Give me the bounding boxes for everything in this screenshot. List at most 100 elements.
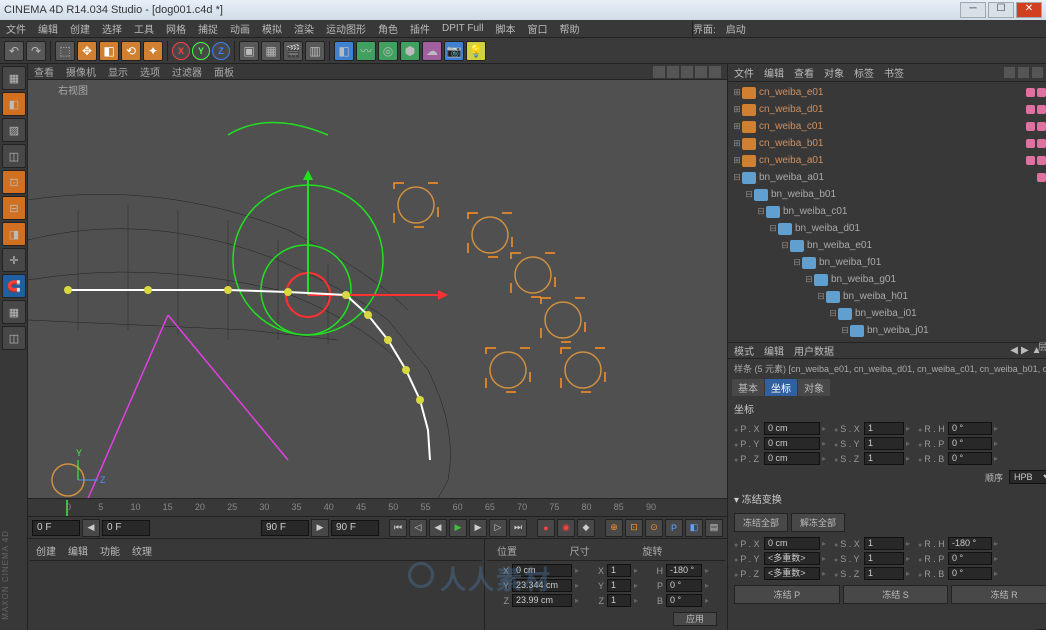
coord-cell[interactable]: 1 — [607, 594, 631, 607]
coord-cell[interactable]: ▸ — [705, 596, 717, 605]
total-frames-field[interactable] — [331, 520, 379, 536]
vp-icon-5[interactable] — [709, 66, 721, 78]
current-frame-field[interactable] — [102, 520, 150, 536]
object-row[interactable]: ⊟bn_weiba_a01✔ — [728, 169, 1046, 186]
tag-icon[interactable] — [1026, 139, 1035, 148]
object-row[interactable]: ⊞cn_weiba_e01✔ — [728, 84, 1046, 101]
coord-cell[interactable]: ▸ — [634, 596, 646, 605]
range-start-field[interactable] — [32, 520, 80, 536]
attr-cell[interactable]: ▸ — [906, 454, 916, 463]
axis-mode-button[interactable]: ✛ — [2, 248, 26, 272]
attr-cell[interactable]: ▸ — [822, 454, 832, 463]
vp-menu-item[interactable]: 查看 — [34, 64, 54, 79]
edge-mode-button[interactable]: ⊟ — [2, 196, 26, 220]
object-name[interactable]: bn_weiba_j01 — [867, 325, 1046, 336]
attr-cell[interactable]: ▸ — [994, 454, 1004, 463]
timeline-window-button[interactable]: ▤ — [705, 519, 723, 537]
coord-cell[interactable]: ▸ — [634, 581, 646, 590]
maximize-button[interactable]: ☐ — [988, 2, 1014, 18]
attr-cell[interactable]: ▸ — [822, 569, 832, 578]
object-row[interactable]: ⊞cn_weiba_d01✔ — [728, 101, 1046, 118]
attr-cell[interactable]: ▸ — [906, 569, 916, 578]
vp-menu-item[interactable]: 面板 — [214, 64, 234, 79]
menu-item[interactable]: 模拟 — [262, 21, 282, 36]
attr-cell[interactable]: ▸ — [994, 439, 1004, 448]
key-rot-button[interactable]: ⊙ — [645, 519, 663, 537]
object-row[interactable]: ⊟bn_weiba_h01 — [728, 288, 1046, 305]
attr-cell[interactable]: ▸ — [994, 554, 1004, 563]
side-tab-layer[interactable]: 层 — [1036, 64, 1046, 630]
attr-cell[interactable]: ▸ — [906, 439, 916, 448]
attr-back-icon[interactable]: ◀ — [1010, 345, 1018, 356]
expand-icon[interactable]: ⊟ — [792, 257, 802, 268]
menu-item[interactable]: 运动图形 — [326, 21, 366, 36]
om-tab[interactable]: 标签 — [854, 65, 874, 80]
attr-cell[interactable]: 1 — [864, 437, 904, 450]
attr-cell[interactable]: ▸ — [994, 569, 1004, 578]
attr-cell[interactable]: ▸ — [822, 424, 832, 433]
key-pos-button[interactable]: ⊕ — [605, 519, 623, 537]
attr-cell[interactable]: ▸ — [994, 539, 1004, 548]
render-region-button[interactable]: ▦ — [261, 41, 281, 61]
vp-menu-item[interactable]: 摄像机 — [66, 64, 96, 79]
menu-item[interactable]: 渲染 — [294, 21, 314, 36]
deformer-button[interactable]: ⬢ — [400, 41, 420, 61]
range-end-field[interactable] — [261, 520, 309, 536]
attr-cell[interactable]: 1 — [864, 452, 904, 465]
move-tool[interactable]: ✥ — [77, 41, 97, 61]
scale-tool[interactable]: ◧ — [99, 41, 119, 61]
goto-end-button[interactable]: ⏭ — [509, 519, 527, 537]
object-row[interactable]: ⊞cn_weiba_b01✔ — [728, 135, 1046, 152]
menu-item[interactable]: DPIT Full — [442, 23, 484, 34]
vp-icon-2[interactable] — [667, 66, 679, 78]
attr-object-tab[interactable]: 对象 — [798, 379, 830, 396]
expand-icon[interactable]: ⊟ — [768, 223, 778, 234]
object-name[interactable]: cn_weiba_c01 — [759, 121, 1024, 132]
arrow-left-icon[interactable]: ◀ — [82, 519, 100, 537]
prev-frame-button[interactable]: ◀ — [429, 519, 447, 537]
attr-tab[interactable]: 编辑 — [764, 343, 784, 358]
object-name[interactable]: bn_weiba_h01 — [843, 291, 1046, 302]
workplane-button-2[interactable]: ▦ — [2, 300, 26, 324]
object-row[interactable]: ⊟bn_weiba_c01 — [728, 203, 1046, 220]
object-row[interactable]: ⊟bn_weiba_e01 — [728, 237, 1046, 254]
object-row[interactable]: ⊟bn_weiba_f01 — [728, 254, 1046, 271]
material-tab[interactable]: 编辑 — [68, 543, 88, 558]
expand-icon[interactable]: ⊞ — [732, 155, 742, 166]
expand-icon[interactable]: ⊟ — [756, 206, 766, 217]
coord-cell[interactable]: ▸ — [705, 581, 717, 590]
menu-item[interactable]: 动画 — [230, 21, 250, 36]
expand-icon[interactable]: ⊟ — [744, 189, 754, 200]
vp-icon-1[interactable] — [653, 66, 665, 78]
attr-basic-tab[interactable]: 基本 — [732, 379, 764, 396]
material-tab[interactable]: 创建 — [36, 543, 56, 558]
cube-primitive-button[interactable]: ◧ — [334, 41, 354, 61]
layout-value[interactable]: 启动 — [726, 21, 746, 36]
attr-cell[interactable]: 1 — [864, 422, 904, 435]
menu-item[interactable]: 创建 — [70, 21, 90, 36]
select-tool[interactable]: ⬚ — [55, 41, 75, 61]
om-tab[interactable]: 书签 — [884, 65, 904, 80]
camera-button[interactable]: 📷 — [444, 41, 464, 61]
close-button[interactable]: ✕ — [1016, 2, 1042, 18]
expand-icon[interactable]: ⊞ — [732, 138, 742, 149]
object-name[interactable]: bn_weiba_d01 — [795, 223, 1046, 234]
attr-cell[interactable]: ▸ — [822, 554, 832, 563]
vp-icon-3[interactable] — [681, 66, 693, 78]
coord-cell[interactable]: 1 — [607, 579, 631, 592]
eye-icon[interactable] — [1018, 67, 1029, 78]
attr-cell[interactable]: 0 cm — [764, 537, 820, 550]
object-row[interactable]: ⊟bn_weiba_j01 — [728, 322, 1046, 339]
search-icon[interactable] — [1004, 67, 1015, 78]
attr-cell[interactable]: 0 cm — [764, 437, 820, 450]
expand-icon[interactable]: ⊟ — [732, 172, 742, 183]
attr-cell[interactable]: 0 cm — [764, 452, 820, 465]
attr-cell[interactable]: ▸ — [822, 439, 832, 448]
tag-icon[interactable] — [1026, 156, 1035, 165]
attr-cell[interactable]: 0 ° — [948, 437, 992, 450]
object-row[interactable]: ⊞cn_weiba_a01✔ — [728, 152, 1046, 169]
object-row[interactable]: ⊟ bn_weiba_d01 — [728, 220, 1046, 237]
om-tab[interactable]: 编辑 — [764, 65, 784, 80]
generator-button[interactable]: ◎ — [378, 41, 398, 61]
light-button[interactable]: 💡 — [466, 41, 486, 61]
